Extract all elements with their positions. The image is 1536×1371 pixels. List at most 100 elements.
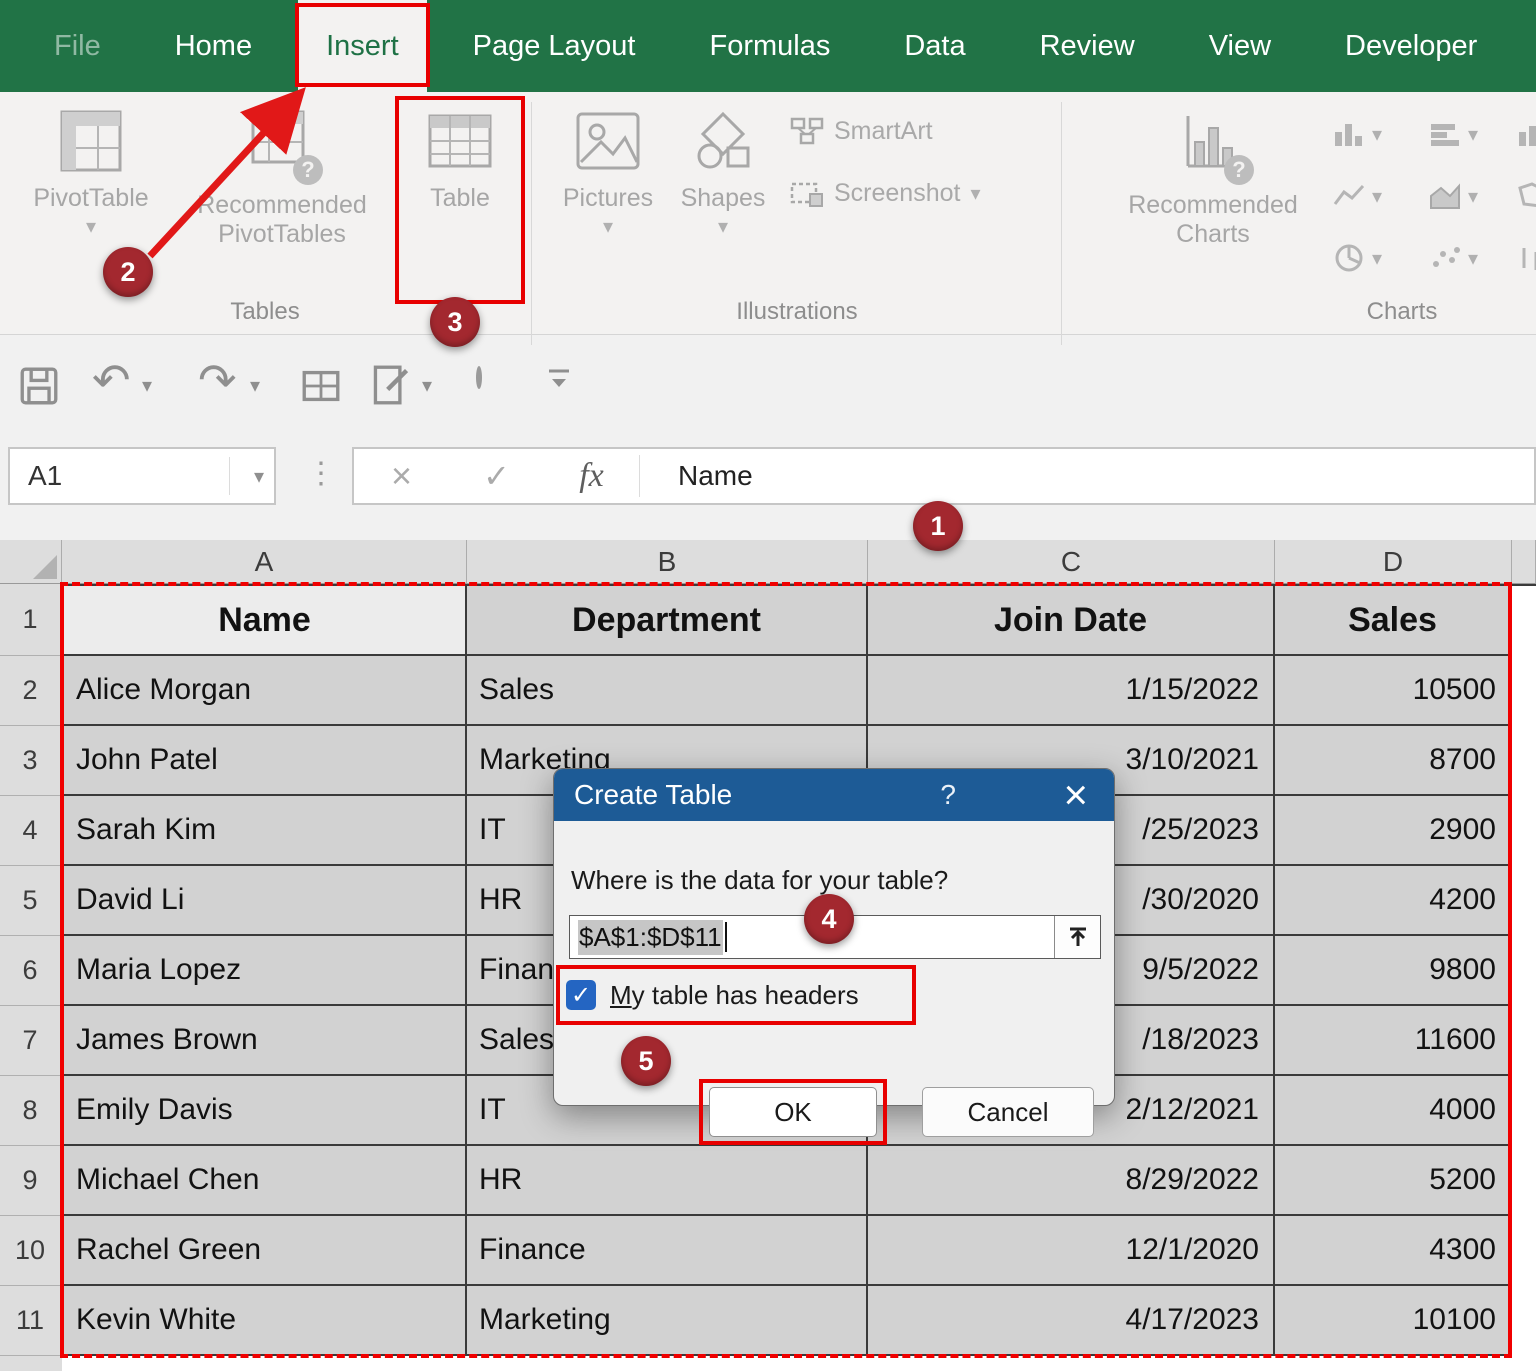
stock-chart-button[interactable] (1516, 244, 1536, 272)
cell-C2[interactable]: 1/15/2022 (868, 656, 1275, 726)
redo-dropdown[interactable]: ▾ (250, 373, 260, 398)
smartart-button[interactable]: SmartArt (790, 116, 933, 146)
cell-D1[interactable]: Sales (1275, 584, 1512, 656)
row-header-9[interactable]: 9 (0, 1146, 62, 1216)
empty-cell[interactable] (1512, 1146, 1536, 1216)
cell-A9[interactable]: Michael Chen (62, 1146, 467, 1216)
cell-A11[interactable]: Kevin White (62, 1286, 467, 1356)
row-header-7[interactable]: 7 (0, 1006, 62, 1076)
combo-chart-button[interactable] (1516, 120, 1536, 148)
dialog-title-bar[interactable]: Create Table ? × (554, 769, 1114, 821)
empty-cell[interactable] (1512, 1216, 1536, 1286)
table-button[interactable]: Table (398, 106, 522, 298)
chevron-down-icon[interactable]: ▾ (254, 464, 264, 489)
cell-B1[interactable]: Department (467, 584, 868, 656)
cancel-button[interactable]: Cancel (922, 1087, 1094, 1137)
cancel-entry-button[interactable]: × (354, 455, 449, 497)
edit-form-button[interactable] (372, 365, 410, 410)
borders-button[interactable] (302, 367, 340, 410)
recommended-pivottables-button[interactable]: ? Recommended PivotTables (170, 106, 394, 298)
save-button[interactable] (20, 367, 58, 410)
redo-button[interactable]: ↷ (198, 353, 237, 407)
tab-page-layout[interactable]: Page Layout (445, 0, 664, 92)
tab-insert[interactable]: Insert (298, 0, 427, 92)
column-header-partial[interactable] (1512, 540, 1536, 584)
pictures-button[interactable]: Pictures ▾ (550, 106, 666, 298)
row-header-1[interactable]: 1 (0, 584, 62, 656)
insert-function-button[interactable]: fx (544, 457, 639, 495)
cell-A2[interactable]: Alice Morgan (62, 656, 467, 726)
name-box[interactable]: A1 ▾ (8, 447, 276, 505)
row-header-11[interactable]: 11 (0, 1286, 62, 1356)
row-header-8[interactable]: 8 (0, 1076, 62, 1146)
tab-file[interactable]: File (26, 0, 129, 92)
row-header-5[interactable]: 5 (0, 866, 62, 936)
screenshot-button[interactable]: Screenshot ▾ (790, 178, 981, 208)
cell-B10[interactable]: Finance (467, 1216, 868, 1286)
line-chart-button[interactable]: ▾ (1332, 182, 1382, 210)
column-header-D[interactable]: D (1275, 540, 1512, 584)
cell-C1[interactable]: Join Date (868, 584, 1275, 656)
cell-D8[interactable]: 4000 (1275, 1076, 1512, 1146)
cell-D10[interactable]: 4300 (1275, 1216, 1512, 1286)
undo-button[interactable]: ↶ (92, 353, 131, 407)
cell-A4[interactable]: Sarah Kim (62, 796, 467, 866)
empty-cell[interactable] (1512, 1006, 1536, 1076)
scatter-chart-button[interactable]: ▾ (1428, 244, 1478, 272)
empty-cell[interactable] (1512, 1286, 1536, 1356)
empty-cell[interactable] (1512, 584, 1536, 656)
cell-C9[interactable]: 8/29/2022 (868, 1146, 1275, 1216)
recommended-charts-button[interactable]: ? Recommended Charts (1118, 106, 1308, 298)
oval-shape-button[interactable] (476, 369, 482, 387)
cell-D6[interactable]: 9800 (1275, 936, 1512, 1006)
cell-B2[interactable]: Sales (467, 656, 868, 726)
pie-chart-button[interactable]: ▾ (1332, 244, 1382, 272)
cell-D5[interactable]: 4200 (1275, 866, 1512, 936)
empty-cell[interactable] (1512, 1076, 1536, 1146)
bar-chart-button[interactable]: ▾ (1428, 120, 1478, 148)
headers-checkbox-row[interactable]: ✓ My table has headers (566, 971, 906, 1019)
cell-B11[interactable]: Marketing (467, 1286, 868, 1356)
empty-cell[interactable] (1512, 936, 1536, 1006)
column-chart-button[interactable]: ▾ (1332, 120, 1382, 148)
tab-formulas[interactable]: Formulas (681, 0, 858, 92)
cell-A5[interactable]: David Li (62, 866, 467, 936)
empty-cell[interactable] (1512, 796, 1536, 866)
row-header-6[interactable]: 6 (0, 936, 62, 1006)
shapes-button[interactable]: Shapes ▾ (668, 106, 778, 298)
tab-view[interactable]: View (1181, 0, 1299, 92)
empty-cell[interactable] (1512, 866, 1536, 936)
cell-D2[interactable]: 10500 (1275, 656, 1512, 726)
collapse-dialog-button[interactable] (1054, 916, 1100, 958)
cell-A8[interactable]: Emily Davis (62, 1076, 467, 1146)
cell-A10[interactable]: Rachel Green (62, 1216, 467, 1286)
tab-data[interactable]: Data (876, 0, 993, 92)
enter-entry-button[interactable]: ✓ (449, 457, 544, 495)
ok-button[interactable]: OK (709, 1087, 877, 1137)
tab-help[interactable]: Help (1523, 0, 1536, 92)
column-header-B[interactable]: B (467, 540, 868, 584)
row-header-2[interactable]: 2 (0, 656, 62, 726)
tab-developer[interactable]: Developer (1317, 0, 1505, 92)
cell-D4[interactable]: 2900 (1275, 796, 1512, 866)
select-all-button[interactable] (0, 540, 62, 584)
cell-A7[interactable]: James Brown (62, 1006, 467, 1076)
row-header-4[interactable]: 4 (0, 796, 62, 866)
undo-dropdown[interactable]: ▾ (142, 373, 152, 398)
column-header-A[interactable]: A (62, 540, 467, 584)
row-header-10[interactable]: 10 (0, 1216, 62, 1286)
dialog-help-button[interactable]: ? (940, 769, 956, 821)
cell-A3[interactable]: John Patel (62, 726, 467, 796)
cell-A1[interactable]: Name (62, 584, 467, 656)
headers-checkbox[interactable]: ✓ (566, 980, 596, 1010)
cell-D7[interactable]: 11600 (1275, 1006, 1512, 1076)
dialog-close-button[interactable]: × (1063, 769, 1088, 821)
formula-bar-input[interactable]: Name (640, 460, 753, 492)
tab-review[interactable]: Review (1012, 0, 1163, 92)
cell-D9[interactable]: 5200 (1275, 1146, 1512, 1216)
cell-B9[interactable]: HR (467, 1146, 868, 1216)
cell-C10[interactable]: 12/1/2020 (868, 1216, 1275, 1286)
customize-qat-button[interactable] (546, 363, 572, 402)
cell-C11[interactable]: 4/17/2023 (868, 1286, 1275, 1356)
tab-home[interactable]: Home (147, 0, 280, 92)
